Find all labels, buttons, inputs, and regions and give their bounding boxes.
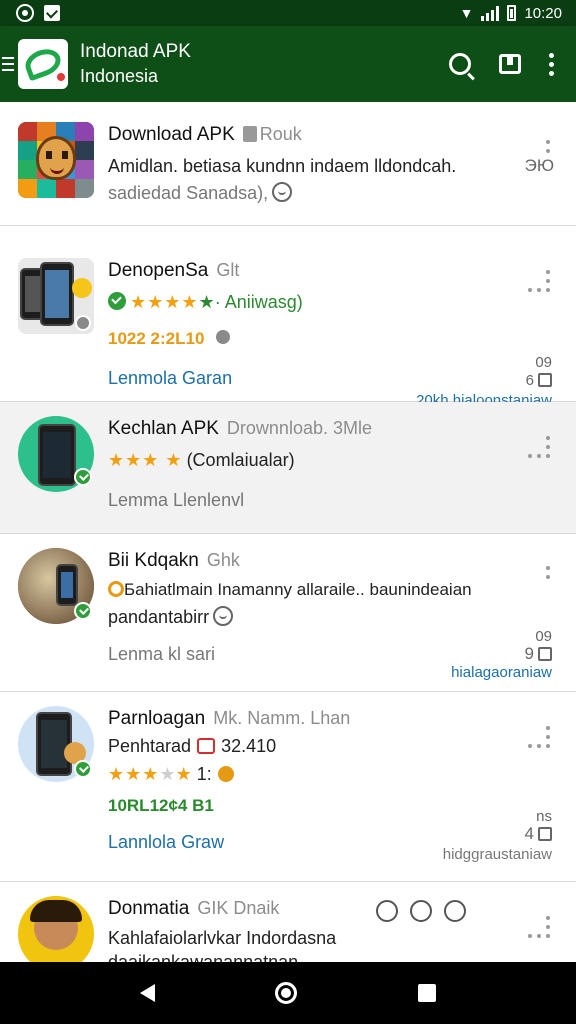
item-meta-mid: 9	[525, 644, 552, 664]
status-time: 10:20	[524, 4, 562, 22]
item-menu-icon[interactable]	[528, 916, 552, 940]
item-description: Amidlan. betiasa kundnn indaem lldondcah…	[108, 156, 457, 176]
rating-stars: ★★★★	[130, 292, 199, 312]
app-thumbnail	[18, 896, 94, 962]
list-item[interactable]: DenopenSa Glt ★★★★★· Aniiwasg) 1022 2:2L1…	[0, 226, 576, 409]
item-link[interactable]: Lenmola Garan	[108, 368, 232, 389]
bookmark-icon[interactable]	[499, 54, 521, 74]
star-green: ★	[198, 292, 215, 312]
recent-apps-icon[interactable]	[417, 984, 436, 1002]
back-icon[interactable]	[140, 984, 156, 1002]
app-list: Download APK Rouk Amidlan. betiasa kundnn…	[0, 102, 576, 962]
download-notification-icon	[44, 5, 60, 21]
app-thumbnail	[18, 122, 94, 198]
item-menu-icon[interactable]	[528, 436, 552, 460]
list-item[interactable]: Kechlan APK Drownnloab. 3Mle ★★★ ★ (Comlai…	[0, 402, 576, 534]
item-title[interactable]: Kechlan APK Drownnloab. 3Mle	[108, 418, 372, 440]
app-thumbnail	[18, 258, 94, 334]
item-title[interactable]: Download APK Rouk	[108, 124, 302, 146]
app-logo	[18, 39, 68, 89]
list-item[interactable]: Bii Kdqakn Ghk Бahiatlmain Inamanny allar…	[0, 534, 576, 692]
item-meta-mid: 4	[525, 824, 552, 844]
item-rating: ★★★★★· Aniiwasg)	[108, 292, 303, 313]
rating-stars: ★★★ ★	[108, 450, 183, 470]
app-bar: Indonad APK Indonesia	[0, 26, 576, 102]
navigation-bar	[0, 962, 576, 1024]
item-description-2: daaikankawanannatnan	[108, 952, 299, 962]
coin-icon	[108, 581, 124, 597]
info-icon[interactable]	[376, 900, 398, 922]
item-menu-icon[interactable]	[528, 270, 552, 294]
emoji-icon	[213, 606, 234, 626]
list-item[interactable]: Download APK Rouk Amidlan. betiasa kundnn…	[0, 102, 576, 226]
item-menu-icon[interactable]	[546, 140, 552, 155]
signal-icon	[481, 5, 500, 21]
square-icon	[538, 647, 552, 661]
battery-icon	[507, 5, 517, 21]
verified-badge	[74, 602, 92, 620]
status-bar: ▼ 10:20	[0, 0, 576, 26]
chat-icon[interactable]	[444, 900, 466, 922]
item-rating: ★★★★★ 1:	[108, 764, 234, 785]
app-title: Indonad APK	[80, 41, 191, 62]
item-info: Penhtarad 32.410	[108, 736, 277, 756]
verified-icon	[108, 292, 126, 310]
item-meta-top: 09	[535, 354, 552, 371]
item-meta-bottom: hidggraustaniaw	[442, 846, 552, 863]
item-action-icons	[376, 900, 466, 922]
square-icon	[538, 373, 552, 387]
list-item[interactable]: Donmatia GIK Dnaik Kahlafaiolarlvkar Indo…	[0, 882, 576, 962]
item-meta-top: ns	[536, 808, 552, 825]
item-rating: ★★★ ★ (Comlaiualar)	[108, 450, 295, 470]
home-icon[interactable]	[275, 982, 298, 1004]
item-description-2: pandantabirr	[108, 606, 234, 628]
tag-icon	[242, 126, 257, 142]
item-title[interactable]: Donmatia GIK Dnaik	[108, 898, 279, 920]
item-version: 10RL12¢4 B1	[108, 796, 214, 815]
app-subtitle: Indonesia	[80, 66, 159, 86]
menu-icon[interactable]	[2, 57, 14, 71]
heart-icon[interactable]	[410, 900, 432, 922]
more-options-icon[interactable]	[549, 52, 554, 76]
search-icon[interactable]	[449, 53, 471, 75]
tag-icon	[197, 738, 216, 754]
wifi-icon: ▼	[459, 5, 474, 21]
item-title[interactable]: DenopenSa Glt	[108, 260, 239, 282]
item-meta-mid: 6	[526, 372, 552, 389]
sync-icon	[16, 4, 34, 22]
item-version: 1022 2:2L10	[108, 328, 233, 349]
emoji-icon	[272, 182, 293, 202]
item-description-2: sadiedad Sanadsa),	[108, 182, 293, 204]
square-icon	[538, 827, 552, 841]
coin-icon	[217, 766, 234, 782]
item-title[interactable]: Bii Kdqakn Ghk	[108, 550, 240, 572]
item-menu-icon[interactable]	[528, 726, 552, 750]
item-meta-bottom: hialagaoraniaw	[451, 664, 552, 681]
item-title[interactable]: Parnloagan Mk. Namm. Lhan	[108, 708, 350, 730]
verified-badge	[74, 760, 92, 778]
list-item[interactable]: Parnloagan Mk. Namm. Lhan Penhtarad 32.410…	[0, 692, 576, 882]
item-subtitle: Lemma Llenlenvl	[108, 490, 245, 510]
item-link[interactable]: Lenma kl sari	[108, 644, 215, 665]
item-link[interactable]: Lannlola Graw	[108, 832, 224, 853]
info-icon	[214, 328, 233, 346]
item-description: Бahiatlmain Inamanny allaraile.. baunind…	[108, 580, 472, 600]
item-meta: ЭЮ	[524, 156, 554, 175]
item-meta-top: 09	[535, 628, 552, 645]
verified-badge	[74, 468, 92, 486]
item-menu-icon[interactable]	[546, 566, 552, 581]
item-description: Kahlafaiolarlvkar Indordasna	[108, 928, 337, 948]
rating-stars: ★★★	[108, 764, 160, 784]
